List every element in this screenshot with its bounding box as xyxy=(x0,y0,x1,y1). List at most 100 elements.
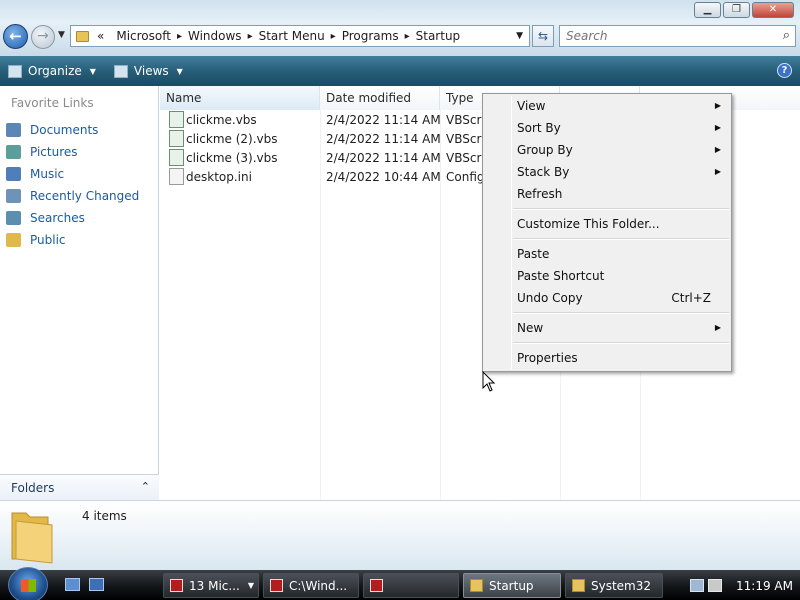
mouse-pointer-icon xyxy=(482,371,496,392)
submenu-arrow-icon: ▶ xyxy=(714,123,721,132)
menu-item-label: Properties xyxy=(517,351,578,365)
search-box[interactable]: ⌕ xyxy=(559,25,796,47)
submenu-arrow-icon: ▶ xyxy=(714,101,721,110)
favorite-link-documents[interactable]: Documents xyxy=(6,119,139,141)
back-button[interactable]: ← xyxy=(3,24,28,49)
maximize-button[interactable]: ❐ xyxy=(723,2,750,18)
address-field[interactable]: « Microsoft ▸ Windows ▸ Start Menu ▸ Pro… xyxy=(70,25,530,47)
favorite-link-label: Searches xyxy=(30,211,85,225)
menu-item-customize-folder[interactable]: Customize This Folder... xyxy=(483,213,731,235)
refresh-button[interactable]: ⇆ xyxy=(532,25,554,47)
folders-toggle[interactable]: Folders ⌃ xyxy=(0,474,159,500)
clock[interactable]: 11:19 AM xyxy=(736,579,793,593)
folder-icon xyxy=(11,512,53,564)
menu-item-properties[interactable]: Properties xyxy=(483,347,731,369)
favorite-link-music[interactable]: Music xyxy=(6,163,139,185)
taskbar-item-unnamed[interactable] xyxy=(363,573,459,598)
submenu-arrow-icon: ▶ xyxy=(714,145,721,154)
breadcrumb-separator-icon[interactable]: ▸ xyxy=(248,31,253,42)
menu-item-shortcut: Ctrl+Z xyxy=(671,291,711,305)
folder-icon xyxy=(76,30,89,42)
address-dropdown-icon[interactable]: ▼ xyxy=(516,31,523,41)
chevron-down-icon: ▼ xyxy=(247,581,254,590)
searches-icon xyxy=(6,211,21,225)
favorite-link-label: Documents xyxy=(30,123,99,137)
item-count: 4 items xyxy=(82,509,127,523)
favorite-link-label: Public xyxy=(30,233,66,247)
menu-item-paste-shortcut[interactable]: Paste Shortcut xyxy=(483,265,731,287)
favorite-link-public[interactable]: Public xyxy=(6,229,139,251)
breadcrumb-separator-icon[interactable]: ▸ xyxy=(405,31,410,42)
file-name: clickme.vbs xyxy=(186,112,257,127)
breadcrumb-overflow[interactable]: « xyxy=(97,29,104,43)
breadcrumb-start-menu[interactable]: Start Menu xyxy=(259,29,325,43)
breadcrumb-programs[interactable]: Programs xyxy=(342,29,399,43)
recent-pages-dropdown[interactable]: ▼ xyxy=(58,30,65,40)
back-arrow-icon: ← xyxy=(9,27,22,45)
favorite-link-recently-changed[interactable]: Recently Changed xyxy=(6,185,139,207)
taskbar-item-label: System32 xyxy=(591,578,652,593)
help-button[interactable]: ? xyxy=(777,63,792,78)
volume-muted-icon[interactable] xyxy=(708,579,722,592)
taskbar-item-startup[interactable]: Startup xyxy=(463,573,561,598)
refresh-icon: ⇆ xyxy=(537,29,549,43)
organize-button[interactable]: Organize ▼ xyxy=(8,64,96,78)
search-icon[interactable]: ⌕ xyxy=(783,28,790,43)
menu-item-stack-by[interactable]: Stack By ▶ xyxy=(483,161,731,183)
favorite-link-searches[interactable]: Searches xyxy=(6,207,139,229)
menu-item-paste[interactable]: Paste xyxy=(483,243,731,265)
breadcrumb-startup[interactable]: Startup xyxy=(416,29,461,43)
folder-icon xyxy=(572,579,585,592)
forward-arrow-icon: → xyxy=(37,28,49,44)
close-button[interactable]: ✕ xyxy=(752,2,794,18)
system-tray: 11:19 AM xyxy=(690,573,800,598)
file-date: 2/4/2022 11:14 AM xyxy=(326,112,441,127)
chevron-down-icon: ▼ xyxy=(176,66,183,76)
chevron-down-icon: ▼ xyxy=(89,66,96,76)
favorite-link-label: Pictures xyxy=(30,145,78,159)
taskbar-item-grouped[interactable]: 13 Mic... ▼ xyxy=(163,573,259,598)
taskbar-item-label: 13 Mic... xyxy=(189,578,240,593)
menu-item-undo-copy[interactable]: Undo Copy Ctrl+Z xyxy=(483,287,731,309)
window-controls: ▁ ❐ ✕ xyxy=(692,2,794,18)
menu-item-label: Customize This Folder... xyxy=(517,217,660,231)
breadcrumb-separator-icon[interactable]: ▸ xyxy=(177,31,182,42)
menu-item-sort-by[interactable]: Sort By ▶ xyxy=(483,117,731,139)
config-file-icon xyxy=(169,168,184,185)
forward-button[interactable]: → xyxy=(31,25,55,49)
column-divider xyxy=(320,110,321,500)
network-icon[interactable] xyxy=(690,579,704,592)
switch-windows-icon[interactable] xyxy=(89,578,104,591)
menu-item-new[interactable]: New ▶ xyxy=(483,317,731,339)
column-header-date-modified[interactable]: Date modified xyxy=(320,86,440,110)
vbscript-file-icon xyxy=(169,130,184,147)
column-header-name[interactable]: Name xyxy=(160,86,320,110)
menu-item-label: Undo Copy xyxy=(517,291,583,305)
menu-item-refresh[interactable]: Refresh xyxy=(483,183,731,205)
views-button[interactable]: Views ▼ xyxy=(113,64,183,78)
favorite-link-label: Recently Changed xyxy=(30,189,140,203)
breadcrumb-separator-icon[interactable]: ▸ xyxy=(331,31,336,42)
taskbar-item-command[interactable]: C:\Wind... xyxy=(263,573,359,598)
windows-logo-icon xyxy=(21,579,36,592)
start-button[interactable] xyxy=(8,567,48,600)
favorite-link-pictures[interactable]: Pictures xyxy=(6,141,139,163)
taskbar-item-label: C:\Wind... xyxy=(289,578,348,593)
menu-item-view[interactable]: View ▶ xyxy=(483,95,731,117)
views-icon xyxy=(113,64,128,78)
menu-item-label: Refresh xyxy=(517,187,563,201)
file-type: Config xyxy=(446,169,485,184)
breadcrumb-windows[interactable]: Windows xyxy=(188,29,242,43)
menu-item-group-by[interactable]: Group By ▶ xyxy=(483,139,731,161)
breadcrumb-microsoft[interactable]: Microsoft xyxy=(116,29,171,43)
file-date: 2/4/2022 11:14 AM xyxy=(326,150,441,165)
vbscript-file-icon xyxy=(169,149,184,166)
minimize-button[interactable]: ▁ xyxy=(694,2,721,18)
program-icon xyxy=(370,579,383,592)
taskbar-item-system32[interactable]: System32 xyxy=(565,573,663,598)
file-name: desktop.ini xyxy=(186,169,252,184)
search-input[interactable] xyxy=(560,26,765,46)
file-name: clickme (2).vbs xyxy=(186,131,278,146)
submenu-arrow-icon: ▶ xyxy=(714,167,721,176)
show-desktop-icon[interactable] xyxy=(65,578,80,591)
